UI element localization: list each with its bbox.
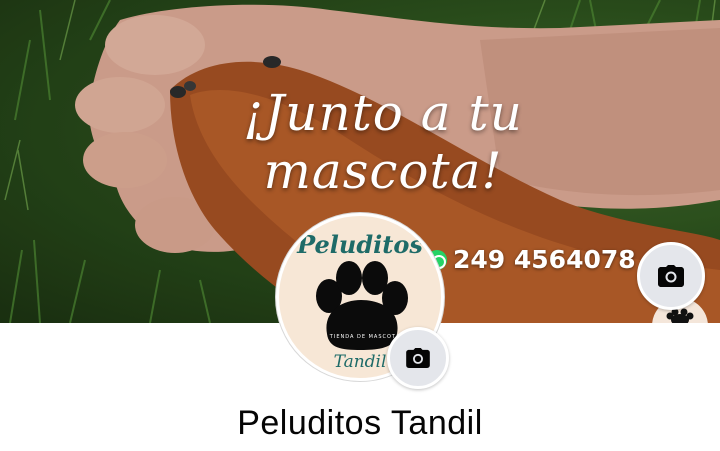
camera-icon — [406, 348, 430, 368]
camera-icon — [658, 265, 684, 287]
edit-profile-picture-button[interactable] — [387, 327, 449, 389]
cover-headline: ¡Junto a tu mascota! — [243, 84, 523, 200]
page-name: Peluditos Tandil — [237, 404, 483, 442]
cover-phone: 249 4564078 — [427, 245, 636, 274]
page-profile-header: ¡Junto a tu mascota! 249 4564078 Peludit… — [0, 0, 720, 451]
edit-cover-photo-button[interactable] — [637, 242, 705, 310]
logo-title: Peluditos — [297, 230, 423, 259]
cover-phone-number: 249 4564078 — [453, 245, 636, 274]
